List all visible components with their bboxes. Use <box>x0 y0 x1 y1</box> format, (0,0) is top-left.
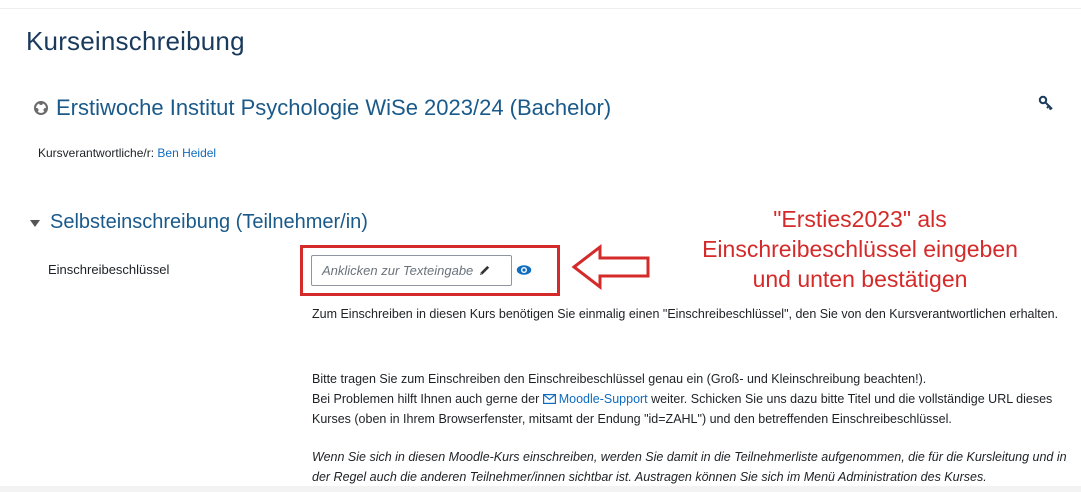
course-title-row: Erstiwoche Institut Psychologie WiSe 202… <box>32 95 611 121</box>
teacher-label: Kursverantwortliche/r: <box>38 146 155 160</box>
course-icon <box>34 101 48 115</box>
self-enrolment-section-toggle[interactable]: Selbsteinschreibung (Teilnehmer/in) <box>30 211 368 234</box>
annotation-text: "Ersties2023" als Einschreibeschlüssel e… <box>650 204 1070 294</box>
description-paragraph-2: Bitte tragen Sie zum Einschreiben den Ei… <box>312 369 1072 429</box>
annotation-line-2: Einschreibeschlüssel eingeben <box>702 236 1018 262</box>
description-paragraph-1: Zum Einschreiben in diesen Kurs benötige… <box>312 307 1059 321</box>
key-icon[interactable] <box>1038 95 1054 111</box>
description-line-2-before: Bei Problemen hilft Ihnen auch gerne der <box>312 392 540 406</box>
description-paragraph-3: Wenn Sie sich in diesen Moodle-Kurs eins… <box>312 450 1067 484</box>
description-line-1: Bitte tragen Sie zum Einschreiben den Ei… <box>312 372 927 386</box>
annotation-line-1: "Ersties2023" als <box>773 206 947 232</box>
page-title: Kurseinschreibung <box>26 26 245 56</box>
enrolment-page: Kurseinschreibung Erstiwoche Institut Ps… <box>0 0 1081 492</box>
enrolment-key-label: Einschreibeschlüssel <box>48 262 170 277</box>
moodle-support-label: Moodle-Support <box>558 392 648 406</box>
teacher-link[interactable]: Ben Heidel <box>157 146 216 160</box>
moodle-support-link[interactable]: Moodle-Support <box>542 392 648 406</box>
enrolment-key-input[interactable]: Anklicken zur Texteingabe <box>311 255 512 286</box>
mail-icon <box>542 394 556 404</box>
course-title: Erstiwoche Institut Psychologie WiSe 202… <box>56 95 612 120</box>
eye-icon[interactable] <box>516 263 532 277</box>
pencil-icon <box>480 265 490 276</box>
annotation-line-3: und unten bestätigen <box>752 266 968 292</box>
bottom-edge <box>0 486 1081 492</box>
chevron-down-icon <box>30 220 40 227</box>
enrolment-key-placeholder: Anklicken zur Texteingabe <box>322 263 474 278</box>
course-teacher: Kursverantwortliche/r: Ben Heidel <box>38 146 216 160</box>
annotation-arrow <box>571 243 650 291</box>
top-divider <box>0 8 1081 9</box>
section-title: Selbsteinschreibung (Teilnehmer/in) <box>50 211 368 233</box>
